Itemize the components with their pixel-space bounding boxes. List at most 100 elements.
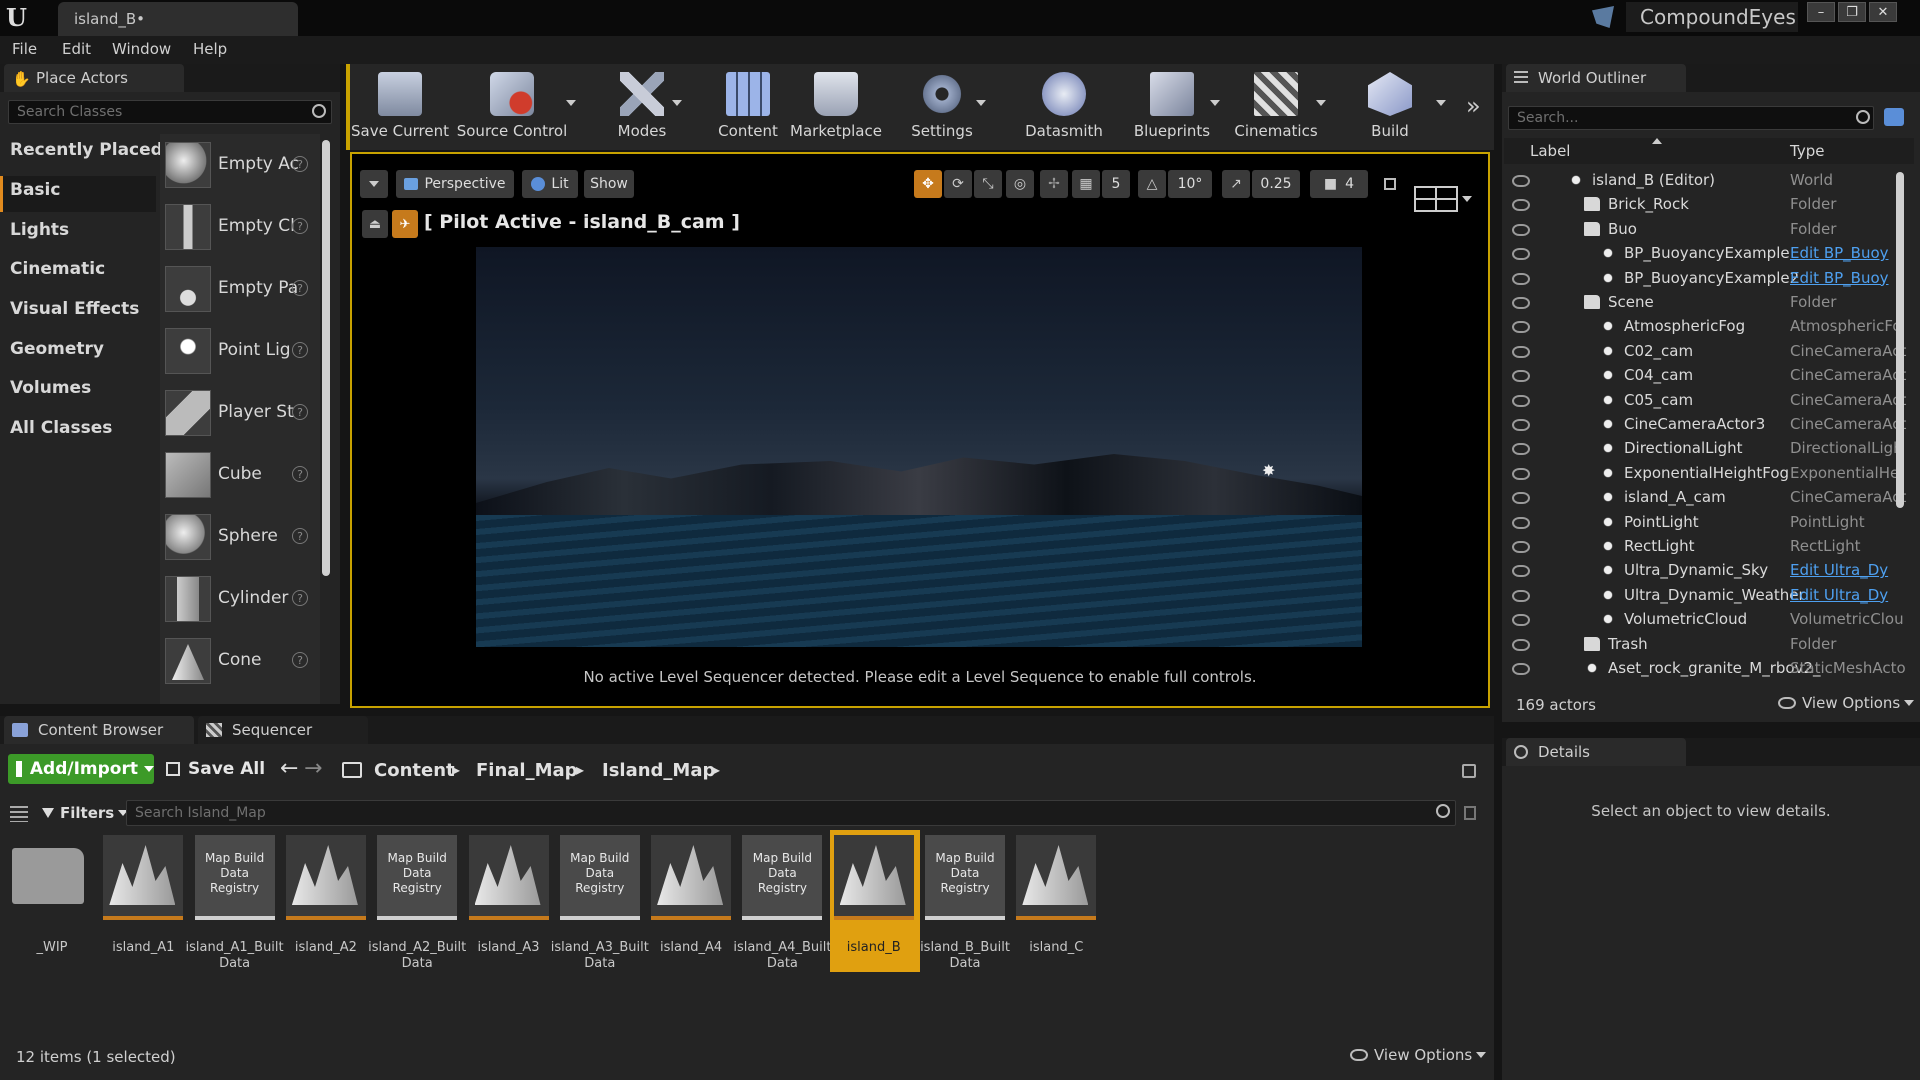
actor-item-sphere[interactable]: Sphere [218,526,278,546]
outliner-item-type[interactable]: Edit BP_Buoy [1790,244,1889,262]
outliner-item-label[interactable]: DirectionalLight [1624,439,1743,457]
category-lights[interactable]: Lights [10,220,69,240]
chevron-down-icon[interactable] [1462,196,1472,202]
outliner-item-label[interactable]: C04_cam [1624,366,1693,384]
visibility-eye-icon[interactable] [1512,589,1530,602]
scene-render[interactable]: ✸ [476,247,1362,647]
folder-open-icon[interactable] [342,762,362,778]
breadcrumb-final-map[interactable]: Final_Map [476,760,578,781]
lit-button[interactable]: Lit [522,170,578,198]
outliner-item-label[interactable]: Scene [1608,293,1654,311]
visibility-eye-icon[interactable] [1512,175,1530,187]
grid-snap-value[interactable]: 5 [1102,170,1130,198]
camera-speed-button[interactable]: ■ 4 [1310,170,1368,198]
blueprints-button[interactable]: Blueprints [1126,66,1218,146]
chevron-down-icon[interactable] [1316,100,1326,106]
help-icon[interactable]: ? [292,466,308,482]
actor-item-point-light[interactable]: Point Lig [218,340,291,360]
outliner-item-label[interactable]: C02_cam [1624,342,1693,360]
modes-button[interactable]: Modes [600,66,684,146]
tab-sequencer[interactable]: Sequencer [198,716,368,744]
outliner-item-label[interactable]: CineCameraActor3 [1624,415,1765,433]
help-icon[interactable]: ? [292,280,308,296]
chevron-down-icon[interactable] [976,100,986,106]
category-visual-effects[interactable]: Visual Effects [10,299,139,319]
visibility-eye-icon[interactable] [1512,663,1530,675]
actor-item-cube[interactable]: Cube [218,464,262,484]
search-classes-input[interactable]: Search Classes [8,100,332,124]
outliner-item-label[interactable]: C05_cam [1624,391,1693,409]
show-button[interactable]: Show [584,170,634,198]
visibility-eye-icon[interactable] [1512,199,1530,212]
outliner-item-type[interactable]: Edit Ultra_Dy [1790,586,1888,604]
actor-item-cone[interactable]: Cone [218,650,262,670]
visibility-eye-icon[interactable] [1512,248,1530,261]
breadcrumb-island-map[interactable]: Island_Map [602,760,715,781]
map-asset-tile[interactable] [833,835,914,920]
content-view-options-button[interactable]: View Options [1350,1046,1487,1064]
category-recently-placed[interactable]: Recently Placed [10,140,163,160]
column-header-label[interactable]: Label [1530,142,1570,160]
save-search-icon[interactable] [1464,806,1476,820]
help-icon[interactable]: ? [292,156,308,172]
minimize-button[interactable]: – [1807,2,1835,22]
cinematics-button[interactable]: Cinematics [1230,66,1322,146]
actor-item-empty-actor[interactable]: Empty Ac [218,154,299,174]
breadcrumb-content[interactable]: Content [374,760,455,781]
close-button[interactable]: ✕ [1869,2,1897,22]
save-current-button[interactable]: Save Current [351,66,449,146]
category-all-classes[interactable]: All Classes [10,418,112,438]
visibility-eye-icon[interactable] [1512,297,1530,309]
category-volumes[interactable]: Volumes [10,378,91,398]
visibility-eye-icon[interactable] [1512,345,1530,358]
document-tab[interactable]: island_B• [58,2,298,36]
content-button[interactable]: Content [706,66,790,146]
datasmith-button[interactable]: Datasmith [1018,66,1110,146]
outliner-item-label[interactable]: RectLight [1624,537,1695,555]
translate-mode-button[interactable]: ✥ [914,170,942,198]
outliner-item-label[interactable]: island_A_cam [1624,488,1726,506]
chevron-down-icon[interactable] [1210,100,1220,106]
actor-item-empty-character[interactable]: Empty Cl [218,216,295,236]
visibility-eye-icon[interactable] [1512,541,1530,553]
outliner-item-label[interactable]: Ultra_Dynamic_Sky [1624,561,1768,579]
map-asset-tile[interactable] [103,835,184,920]
registry-asset-tile[interactable]: Map Build Data Registry [925,835,1005,920]
visibility-eye-icon[interactable] [1512,467,1530,480]
map-asset-tile[interactable] [1016,835,1097,920]
rotate-mode-button[interactable]: ⟳ [944,170,972,198]
build-button[interactable]: Build [1350,66,1430,146]
filters-button[interactable]: Filters [42,800,129,826]
sources-toggle-icon[interactable] [10,806,28,822]
help-icon[interactable]: ? [292,528,308,544]
marketplace-button[interactable]: Marketplace [790,66,882,146]
help-icon[interactable]: ? [292,218,308,234]
add-import-button[interactable]: Add/Import [8,754,154,784]
surface-snap-button[interactable]: ✢ [1040,170,1068,198]
outliner-item-type[interactable]: Edit BP_Buoy [1790,269,1889,287]
outliner-item-label[interactable]: island_B (Editor) [1592,171,1715,189]
outliner-item-type[interactable]: Edit Ultra_Dy [1790,561,1888,579]
tab-content-browser[interactable]: Content Browser [4,716,194,744]
visibility-eye-icon[interactable] [1512,321,1530,334]
help-icon[interactable]: ? [292,404,308,420]
viewport-options-button[interactable] [360,170,388,198]
chevron-down-icon[interactable] [672,100,682,106]
outliner-item-label[interactable]: BP_BuoyancyExample2 [1624,269,1799,287]
scale-snap-value[interactable]: 0.25 [1252,170,1300,198]
menu-help[interactable]: Help [193,40,227,58]
help-icon[interactable]: ? [292,590,308,606]
breadcrumb-separator-icon[interactable]: ▸ [452,760,460,779]
pilot-actor-button[interactable]: ✈ [392,210,418,238]
visibility-eye-icon[interactable] [1512,614,1530,627]
toolbar-overflow-icon[interactable]: » [1466,92,1481,120]
maximize-button[interactable]: ❐ [1838,2,1866,22]
outliner-item-label[interactable]: Buo [1608,220,1637,238]
column-header-type[interactable]: Type [1790,142,1824,160]
perspective-button[interactable]: Perspective [396,170,514,198]
add-filter-icon[interactable] [1884,108,1904,126]
menu-file[interactable]: File [12,40,37,58]
unreal-logo-icon[interactable]: U [6,4,34,32]
actor-list-scrollbar[interactable] [322,140,330,576]
visibility-eye-icon[interactable] [1512,492,1530,505]
